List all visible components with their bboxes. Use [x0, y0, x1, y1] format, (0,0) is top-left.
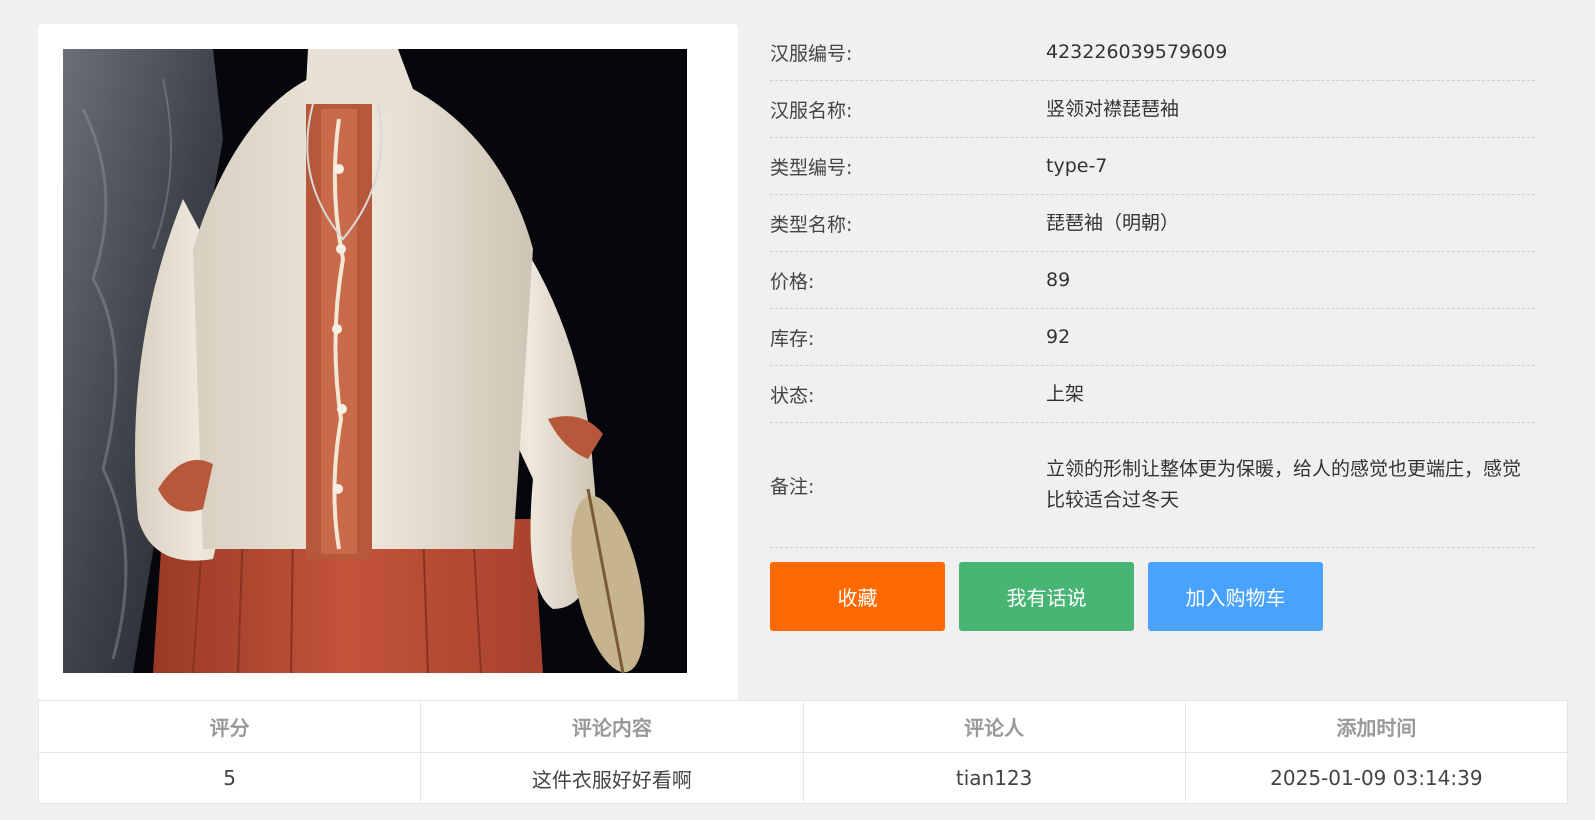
info-value: 琵琶袖（明朝） — [1046, 211, 1180, 234]
reviews-table: 评分 评论内容 评论人 添加时间 5 这件衣服好好看啊 tian123 2025… — [37, 700, 1569, 804]
info-label: 状态: — [770, 384, 815, 407]
table-header-row: 评分 评论内容 评论人 添加时间 — [37, 700, 1569, 753]
info-value: 89 — [1046, 268, 1071, 291]
info-value: 立领的形制让整体更为保暖，给人的感觉也更端庄，感觉比较适合过冬天 — [1046, 458, 1522, 511]
info-row-price: 价格: 89 — [770, 252, 1535, 309]
info-value: type-7 — [1046, 154, 1108, 177]
info-row-id: 汉服编号: 423226039579609 — [770, 24, 1535, 81]
info-label: 汉服名称: — [770, 99, 853, 122]
info-value: 上架 — [1046, 382, 1085, 405]
info-row-stock: 库存: 92 — [770, 309, 1535, 366]
favorite-button[interactable]: 收藏 — [770, 562, 945, 631]
add-to-cart-button[interactable]: 加入购物车 — [1148, 562, 1323, 631]
info-row-type-id: 类型编号: type-7 — [770, 138, 1535, 195]
review-rating: 5 — [37, 752, 422, 804]
review-time: 2025-01-09 03:14:39 — [1184, 752, 1569, 804]
review-content: 这件衣服好好看啊 — [420, 752, 804, 804]
info-label: 价格: — [770, 270, 815, 293]
product-photo — [63, 49, 687, 673]
info-label: 备注: — [770, 475, 815, 498]
info-value: 竖领对襟琵琶袖 — [1046, 97, 1180, 120]
column-header-content: 评论内容 — [420, 700, 804, 753]
info-label: 汉服编号: — [770, 42, 853, 65]
column-header-rating: 评分 — [37, 700, 422, 753]
review-author: tian123 — [802, 752, 1186, 804]
comment-button[interactable]: 我有话说 — [959, 562, 1134, 631]
info-label: 库存: — [770, 327, 815, 350]
info-value: 423226039579609 — [1046, 40, 1228, 63]
table-row: 5 这件衣服好好看啊 tian123 2025-01-09 03:14:39 — [37, 752, 1569, 804]
info-label: 类型名称: — [770, 213, 853, 236]
info-row-status: 状态: 上架 — [770, 366, 1535, 423]
info-row-type-name: 类型名称: 琵琶袖（明朝） — [770, 195, 1535, 252]
column-header-reviewer: 评论人 — [802, 700, 1186, 753]
product-image[interactable] — [63, 49, 687, 673]
column-header-time: 添加时间 — [1184, 700, 1569, 753]
image-card — [38, 24, 738, 700]
info-row-name: 汉服名称: 竖领对襟琵琶袖 — [770, 81, 1535, 138]
product-info: 汉服编号: 423226039579609 汉服名称: 竖领对襟琵琶袖 类型编号… — [770, 24, 1535, 548]
info-label: 类型编号: — [770, 156, 853, 179]
info-row-remark: 备注: 立领的形制让整体更为保暖，给人的感觉也更端庄，感觉比较适合过冬天 — [770, 423, 1535, 548]
info-value: 92 — [1046, 325, 1071, 348]
action-buttons: 收藏 我有话说 加入购物车 — [770, 562, 1323, 631]
